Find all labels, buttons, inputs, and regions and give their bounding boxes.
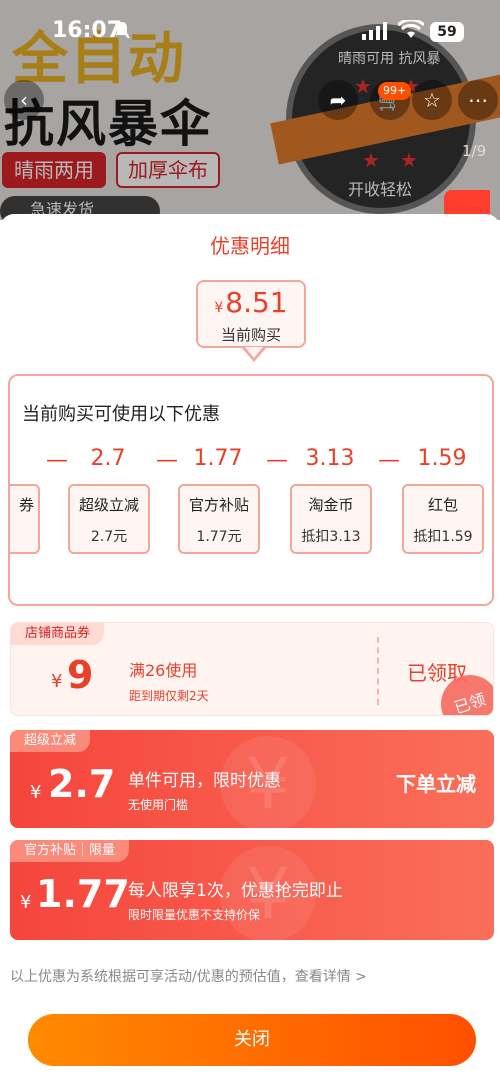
deduction-card-super[interactable]: 超级立减 2.7元 <box>68 484 150 554</box>
estimate-footnote-link[interactable]: 以上优惠为系统根据可享活动/优惠的预估值，查看详情 > <box>10 966 367 986</box>
image-page-indicator: 1/9 <box>462 142 487 160</box>
coupon-tag: 店铺商品券 <box>11 623 105 645</box>
deduction-name: 官方补贴 <box>188 496 249 514</box>
coupon-tag: 超级立减 <box>10 730 91 752</box>
coupon-currency: ¥ <box>51 671 63 692</box>
minus-sign: — <box>378 448 400 473</box>
wifi-icon <box>398 20 424 38</box>
coupon-main-text: 每人限享1次，优惠抢完即止 <box>128 881 343 901</box>
more-icon[interactable]: ⋯ <box>458 80 498 120</box>
current-price-amount: 8.51 <box>225 286 288 319</box>
back-icon[interactable]: ‹ <box>4 80 44 120</box>
share-icon[interactable]: ➦ <box>318 80 358 120</box>
deduction-sub: 1.77元 <box>196 529 242 545</box>
deduction-card-official[interactable]: 官方补贴 1.77元 <box>178 484 260 554</box>
deduction-sub: 抵扣1.59 <box>413 529 473 545</box>
coupon-main-text: 单件可用，限时优惠 <box>128 771 281 791</box>
deduction-value: 1.77 <box>193 446 243 471</box>
current-price-label: 当前购买 <box>220 326 281 344</box>
deduction-list[interactable]: — 券 — 2.7 超级立减 2.7元 — 1.77 官方补贴 1.77元 — … <box>10 444 492 584</box>
panel-heading: 当前购买可使用以下优惠 <box>22 404 220 425</box>
current-price-box: ¥8.51 当前购买 <box>196 280 306 348</box>
currency-symbol: ¥ <box>214 300 224 316</box>
coupon-currency: ¥ <box>20 892 32 913</box>
signal-icon <box>362 22 387 40</box>
coupon-condition: 满26使用 <box>129 661 198 680</box>
favorite-star-icon[interactable]: ☆ <box>412 80 452 120</box>
deduction-name: 淘金币 <box>308 496 354 514</box>
sheet-title: 优惠明细 <box>210 234 290 258</box>
order-discount-button[interactable]: 下单立减 <box>396 768 476 797</box>
shop-coupon-card[interactable]: 店铺商品券 ¥ 9 满26使用 距到期仅剩2天 已领取 已领 <box>10 622 494 716</box>
coupon-amount: 9 <box>67 653 94 697</box>
deduction-card-coupon[interactable]: 券 <box>10 484 40 554</box>
official-subsidy-card[interactable]: ¥ 官方补贴｜限量 ¥ 1.77 每人限享1次，优惠抢完即止 限时限量优惠不支持… <box>10 840 494 940</box>
deduction-sub: 2.7元 <box>90 529 128 545</box>
super-discount-card[interactable]: ¥ 超级立减 ¥ 2.7 单件可用，限时优惠 无使用门槛 下单立减 <box>10 730 494 828</box>
deduction-name: 券 <box>18 496 34 514</box>
coupon-divider <box>377 637 379 705</box>
cart-badge: 99+ <box>378 82 412 100</box>
discount-detail-sheet: 优惠明细 ¥8.51 当前购买 当前购买可使用以下优惠 — 券 — 2.7 超级… <box>0 214 500 1074</box>
minus-sign: — <box>266 448 288 473</box>
deduction-card-coins[interactable]: 淘金币 抵扣3.13 <box>290 484 372 554</box>
coupon-amount: 1.77 <box>36 872 130 916</box>
deduction-sub: 抵扣3.13 <box>301 529 361 545</box>
bell-muted-icon <box>114 21 130 39</box>
close-button[interactable]: 关闭 <box>28 1014 476 1066</box>
status-bar: 16:07 59 <box>0 0 500 54</box>
deduction-name: 超级立减 <box>78 496 139 514</box>
coupon-sub-text: 无使用门槛 <box>128 798 189 812</box>
deduction-name: 红包 <box>427 496 458 514</box>
discount-breakdown-panel: 当前购买可使用以下优惠 — 券 — 2.7 超级立减 2.7元 — 1.77 官… <box>8 374 494 606</box>
coupon-expiry: 距到期仅剩2天 <box>129 689 209 703</box>
coupon-amount: 2.7 <box>48 762 116 806</box>
deduction-card-redpacket[interactable]: 红包 抵扣1.59 <box>402 484 484 554</box>
deduction-value: 2.7 <box>90 446 126 471</box>
coupon-sub-text: 限时限量优惠不支持价保 <box>128 908 261 922</box>
coupon-tag: 官方补贴｜限量 <box>10 840 130 862</box>
current-price: ¥8.51 <box>198 286 304 319</box>
deduction-value: 1.59 <box>417 446 467 471</box>
coupon-currency: ¥ <box>30 782 42 803</box>
minus-sign: — <box>46 448 68 473</box>
minus-sign: — <box>156 448 178 473</box>
deduction-value: 3.13 <box>305 446 355 471</box>
price-pointer-fill <box>245 347 263 358</box>
battery-indicator: 59 <box>430 22 464 42</box>
